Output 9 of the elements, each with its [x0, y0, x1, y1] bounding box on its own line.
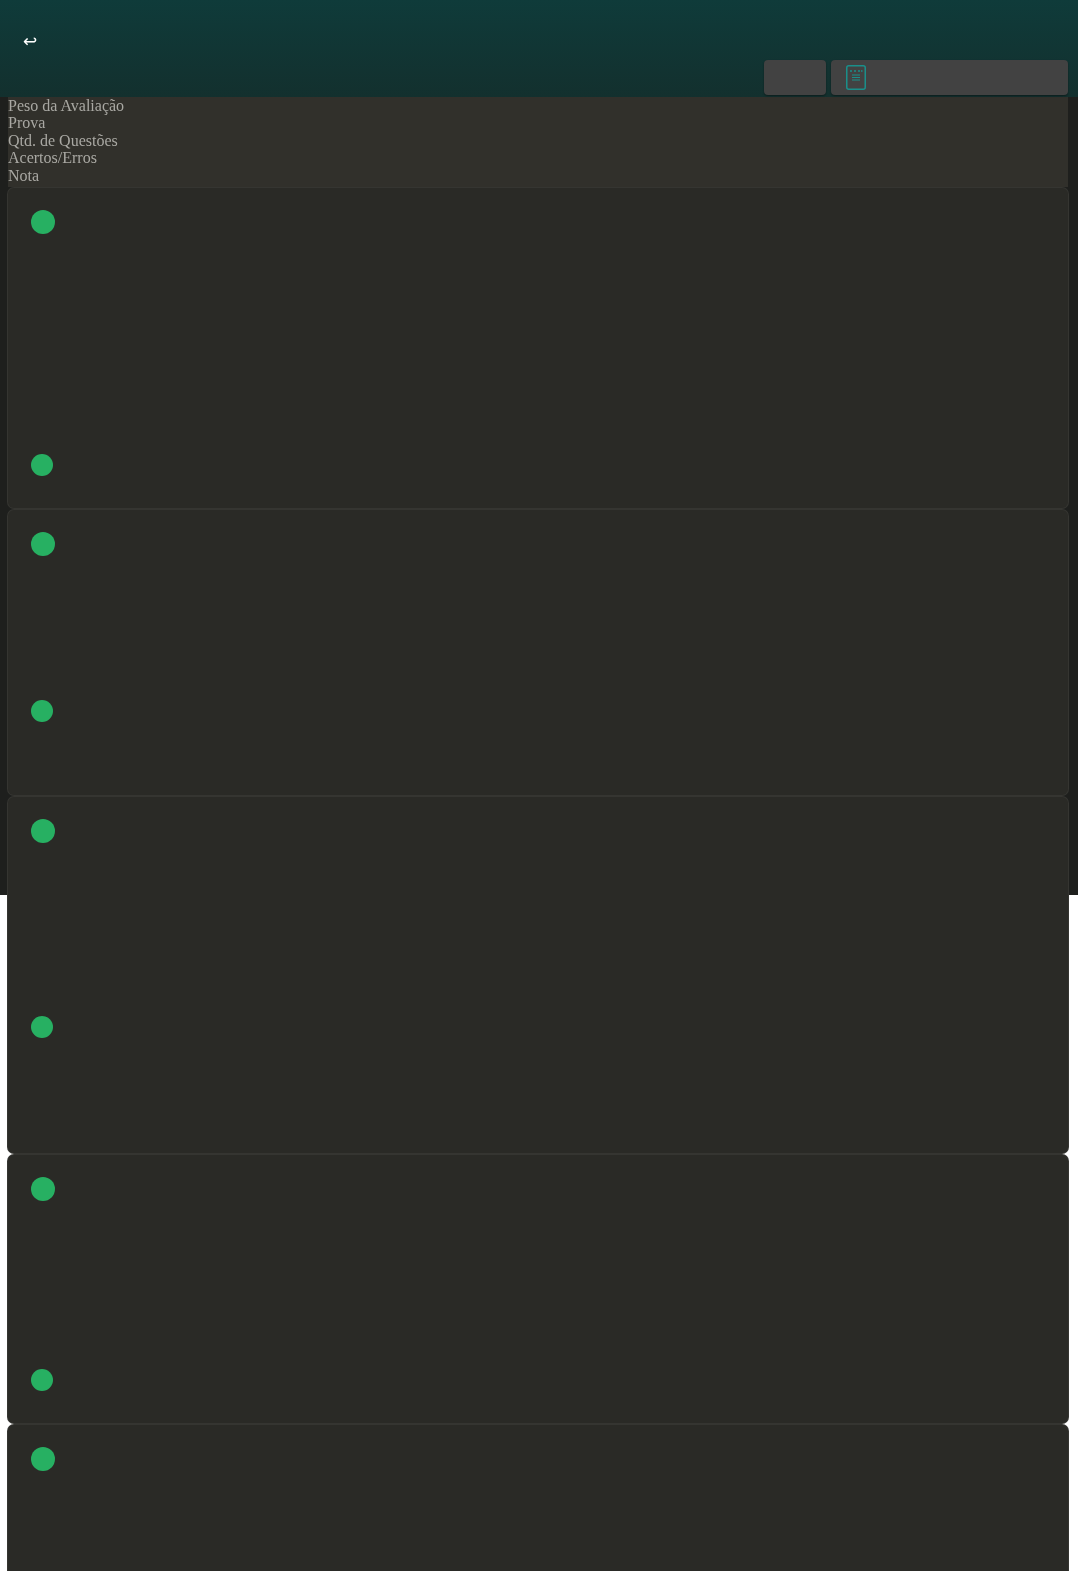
back-arrow-icon[interactable]: ↩ — [23, 33, 38, 50]
action-button[interactable] — [764, 60, 826, 95]
summary-label: Peso da Avaliação — [8, 97, 126, 115]
report-button[interactable] — [831, 60, 1068, 95]
summary-label: Nota — [8, 166, 41, 185]
summary-label: Acertos/Erros — [8, 149, 98, 167]
summary-label: Qtd. de Questões — [8, 131, 119, 150]
summary-label: Prova — [8, 114, 47, 132]
document-icon — [846, 65, 866, 90]
